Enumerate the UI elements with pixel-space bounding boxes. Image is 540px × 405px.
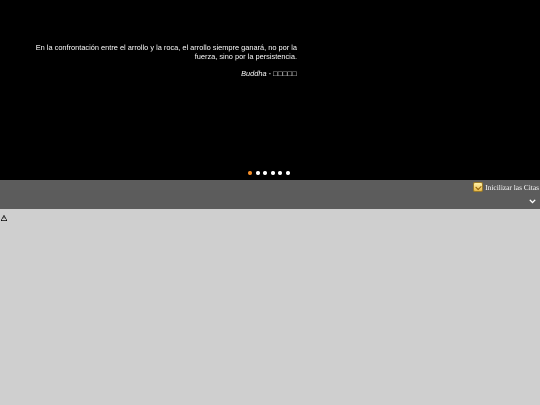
warning-icon [1, 215, 7, 221]
expand-toggle[interactable] [528, 197, 537, 206]
init-quotes-button[interactable]: Inicilizar las Citas [473, 182, 539, 192]
quote-source: □□□□□ [273, 69, 297, 79]
init-quotes-icon [473, 182, 484, 192]
carousel-dot-3[interactable] [263, 171, 267, 175]
carousel-dot-6[interactable] [285, 171, 290, 175]
carousel-dots [248, 171, 290, 177]
carousel-dot-5[interactable] [278, 171, 282, 175]
carousel-dot-1[interactable] [248, 171, 252, 175]
quote-attribution: Buddha - □□□□□ [20, 69, 297, 78]
chevron-down-icon [529, 199, 536, 204]
quote-toolbar: Inicilizar las Citas [0, 180, 540, 209]
quote-block: En la confrontación entre el arrollo y l… [20, 43, 297, 78]
init-quotes-label: Inicilizar las Citas [485, 182, 539, 192]
content-area [0, 209, 540, 405]
carousel-dot-4[interactable] [270, 171, 275, 175]
carousel-dot-2[interactable] [255, 171, 260, 175]
quote-author: Buddha [241, 69, 267, 79]
quote-banner: En la confrontación entre el arrollo y l… [0, 0, 540, 180]
quote-text: En la confrontación entre el arrollo y l… [35, 43, 297, 62]
